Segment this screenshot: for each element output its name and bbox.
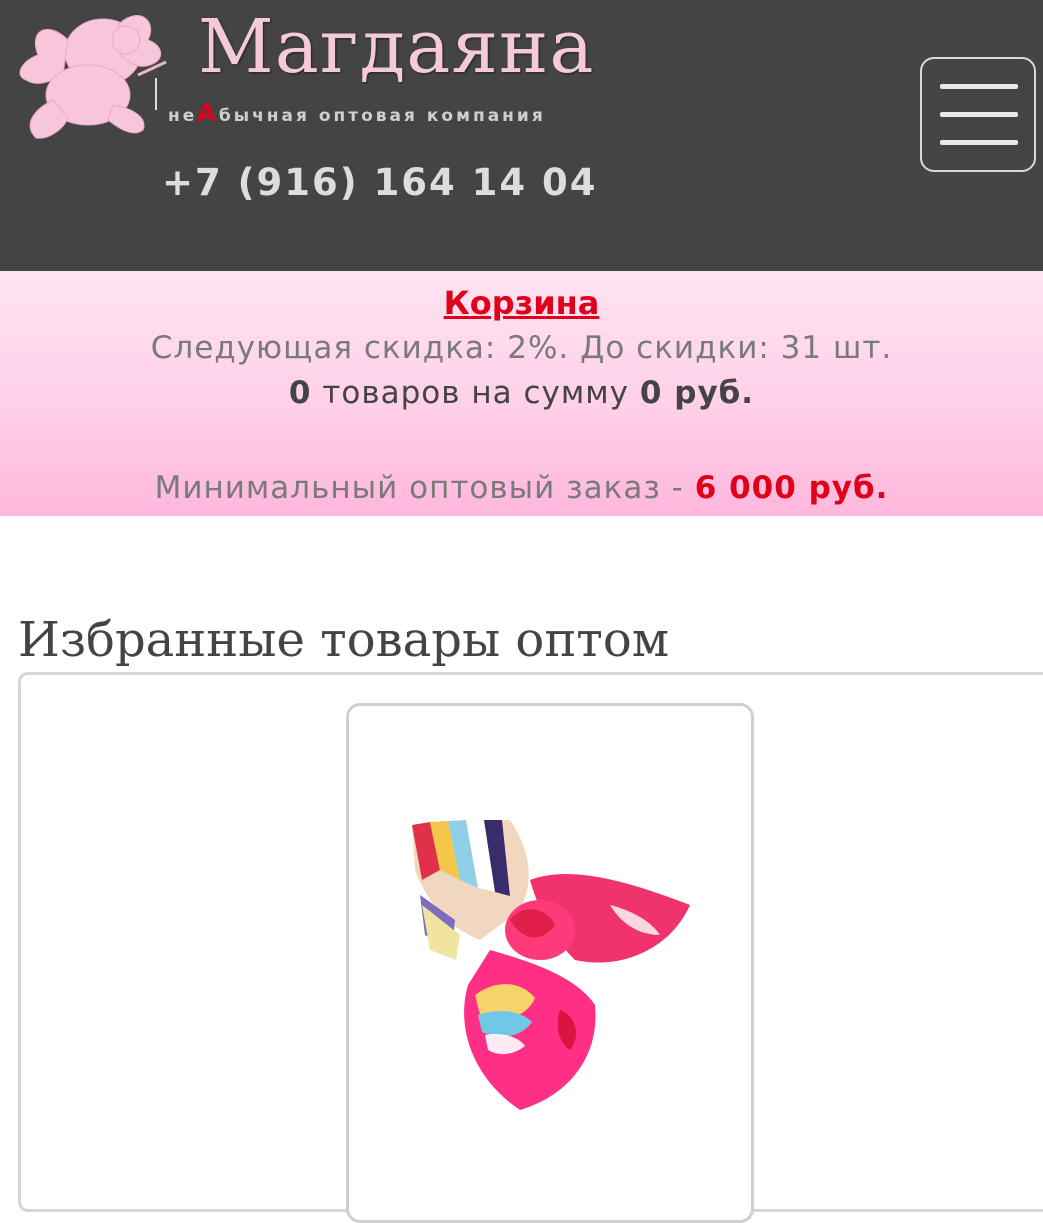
site-header: Магдаяна неАбычная оптовая компания +7 (… (0, 0, 1043, 271)
cupid-logo-icon[interactable] (8, 0, 168, 145)
brand-name[interactable]: Магдаяна (198, 2, 594, 92)
hamburger-menu-button[interactable] (920, 57, 1036, 172)
cart-total: 0 товаров на сумму 0 руб. (0, 372, 1043, 414)
min-order-value: 6 000 руб. (694, 470, 889, 506)
tagline-accent-letter: А (197, 99, 219, 127)
cart-summary: Корзина Следующая скидка: 2%. До скидки:… (0, 271, 1043, 516)
cart-items-count: 0 (288, 375, 312, 411)
cart-link[interactable]: Корзина (0, 281, 1043, 325)
next-discount-text: Следующая скидка: 2%. До скидки: 31 шт. (150, 330, 893, 366)
phone-number[interactable]: +7 (916) 164 14 04 (162, 158, 598, 208)
cart-sum: 0 руб. (639, 375, 755, 411)
min-order: Минимальный оптовый заказ - 6 000 руб. (0, 467, 1043, 509)
tagline-prefix: не (168, 106, 198, 126)
featured-title: Избранные товары оптом (18, 612, 670, 669)
tagline: неАбычная оптовая компания (168, 101, 546, 128)
tagline-suffix: бычная оптовая компания (218, 106, 546, 126)
cart-total-mid: товаров на сумму (311, 375, 640, 411)
min-order-label: Минимальный оптовый заказ - (154, 470, 695, 506)
silk-scarf-image[interactable] (360, 810, 705, 1120)
